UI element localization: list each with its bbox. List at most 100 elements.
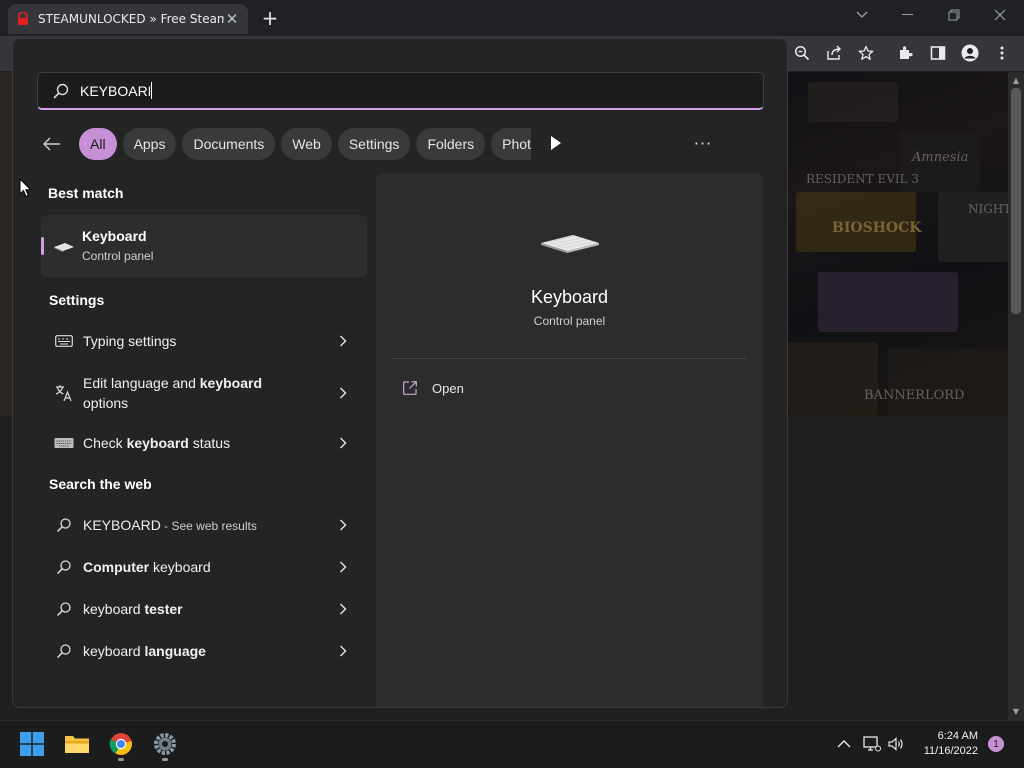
result-text-pre: Edit language and [83,375,200,391]
desktop: STEAMUNLOCKED » Free Steam Games Pre-ins… [0,0,1024,768]
windows-start-icon[interactable] [16,728,48,760]
best-match-title: Keyboard [82,228,147,244]
profile-icon[interactable] [958,42,982,64]
web-result-bold: Computer [83,559,150,575]
web-result-bold: tester [144,601,183,617]
result-text-bold: keyboard [199,375,263,391]
settings-heading: Settings [49,292,105,308]
show-hidden-icons-chevron-up-icon[interactable] [834,734,854,754]
keyboard-large-icon [541,235,599,253]
web-result-suffix: - See web results [160,518,257,533]
notification-badge[interactable]: 1 [988,736,1004,752]
system-clock[interactable]: 6:24 AM 11/16/2022 [910,729,978,759]
chevron-right-icon[interactable] [335,601,351,617]
page-scrollbar-thumb[interactable] [1011,88,1021,314]
preview-title: Keyboard [530,287,609,307]
selection-accent [41,237,44,255]
clock-date: 11/16/2022 [923,745,978,757]
minimize-icon[interactable] [888,4,928,26]
filter-folders[interactable]: Folders [416,128,486,160]
web-result-bold: language [144,643,206,659]
filter-documents[interactable]: Documents [182,128,276,160]
web-result-pre: keyboard [83,643,145,659]
result-typing-settings[interactable]: Typing settings [41,321,367,361]
tab-close-icon[interactable]: ✕ [224,10,240,28]
webpage-left-edge [0,72,12,416]
keyboard-icon [54,243,74,252]
chevron-right-icon[interactable] [335,559,351,575]
scroll-up-icon[interactable]: ▲ [1008,73,1024,87]
chevron-right-icon[interactable] [335,517,351,533]
webpage-background [788,416,1008,720]
tab-search-chevron-down-icon[interactable] [842,4,882,26]
browser-tab[interactable]: STEAMUNLOCKED » Free Steam Games Pre-ins… [8,4,248,34]
side-panel-icon[interactable] [926,42,950,64]
search-box[interactable] [37,72,764,110]
volume-icon[interactable] [886,734,906,754]
zoom-icon[interactable] [790,42,814,64]
chevron-right-icon[interactable] [335,435,351,451]
site-favicon-icon [16,12,30,26]
search-icon [53,83,69,99]
new-tab-button[interactable]: + [258,6,282,30]
keyboard-device-icon [53,432,75,454]
web-result-pre: keyboard [83,601,145,617]
preview-subtitle: Control panel [533,314,606,328]
scroll-filters-play-icon[interactable] [549,135,563,151]
web-result-keyboard-tester[interactable]: keyboard tester [41,589,367,629]
web-result-post: keyboard [149,559,211,575]
scroll-down-icon[interactable]: ▼ [1008,704,1024,718]
filter-web[interactable]: Web [281,128,332,160]
result-text-post: status [188,435,231,451]
best-match-keyboard[interactable]: Keyboard Control panel [41,215,367,277]
preview-pane: Keyboard Control panel Open [376,173,763,707]
chevron-right-icon[interactable] [335,385,351,401]
clock-time: 6:24 AM [937,730,978,742]
chrome-icon[interactable] [105,728,137,760]
chrome-menu-icon[interactable] [990,42,1014,64]
text-caret [151,82,152,99]
web-result-keyboard-language[interactable]: keyboard language [41,631,367,671]
chevron-right-icon[interactable] [335,333,351,349]
webpage-game-art: RESIDENT EVIL 3 Amnesia BIOSHOCK NIGHT B… [788,72,1008,416]
search-flyout: All Apps Documents Web Settings Folders … [12,38,788,708]
settings-running-indicator [162,758,168,761]
filter-settings[interactable]: Settings [337,128,411,160]
star-icon[interactable] [854,42,878,64]
settings-gear-icon[interactable] [149,728,181,760]
web-search-icon [53,514,75,536]
window-close-icon[interactable] [980,4,1020,26]
result-text-bold: keyboard [126,435,189,451]
filter-apps[interactable]: Apps [122,128,177,160]
filter-photos[interactable]: Photos [491,128,532,160]
preview-divider [393,358,746,359]
search-filters: All Apps Documents Web Settings Folders … [37,128,537,160]
mouse-cursor-icon [19,178,32,198]
best-match-subtitle: Control panel [82,249,154,263]
open-action[interactable]: Open [402,378,464,398]
open-label: Open [432,380,464,396]
search-input[interactable] [80,82,150,99]
result-check-keyboard-status[interactable]: Check keyboard status [41,423,367,463]
tab-title: STEAMUNLOCKED » Free Steam Games Pre-ins… [38,12,224,26]
result-text: Typing settings [83,333,177,349]
result-text-line2: options [83,395,129,411]
search-web-heading: Search the web [49,476,152,492]
back-arrow-icon[interactable] [37,129,67,159]
web-search-icon [53,598,75,620]
web-search-icon [53,640,75,662]
chrome-running-indicator [118,758,124,761]
share-icon[interactable] [822,42,846,64]
file-explorer-icon[interactable] [61,728,93,760]
result-text-pre: Check [83,435,127,451]
chevron-right-icon[interactable] [335,643,351,659]
more-options-icon[interactable]: ··· [691,131,715,155]
extensions-icon[interactable] [894,42,918,64]
network-icon[interactable] [862,734,882,754]
web-result-computer-keyboard[interactable]: Computer keyboard [41,547,367,587]
web-result-keyboard[interactable]: KEYBOARD - See web results [41,505,367,545]
web-result-text: KEYBOARD [83,516,161,533]
restore-icon[interactable] [934,4,974,26]
filter-all[interactable]: All [79,128,117,160]
result-edit-language[interactable]: Edit language and keyboard options [41,371,367,415]
